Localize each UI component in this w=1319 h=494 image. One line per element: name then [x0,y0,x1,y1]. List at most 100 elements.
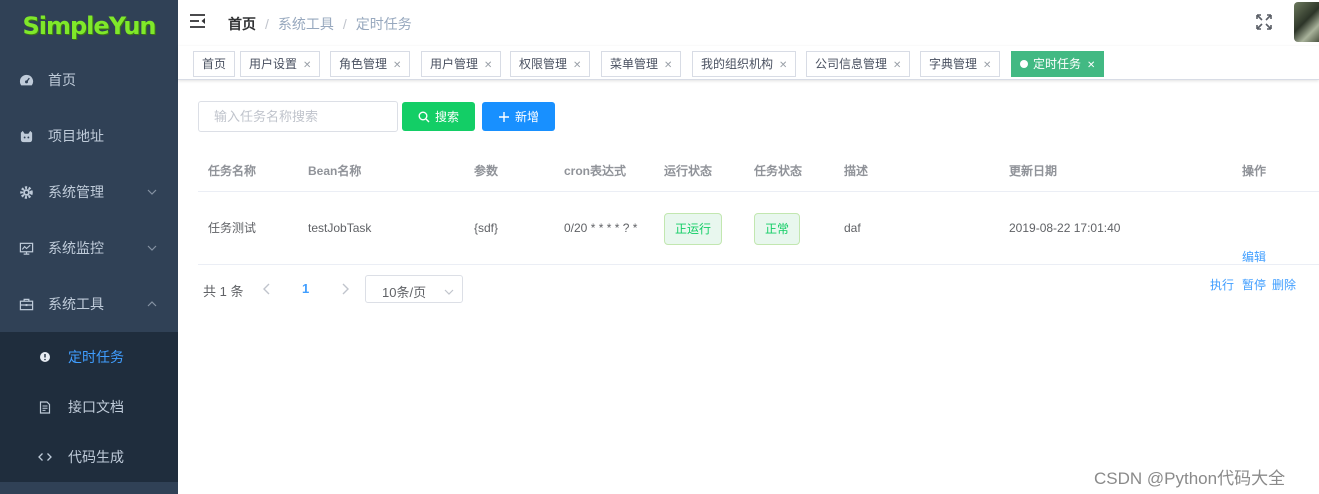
breadcrumb: 首页 / 系统工具 / 定时任务 [228,14,412,34]
tags-view: 首页 用户设置 ✕ 角色管理 ✕ 用户管理 ✕ 权限管理 ✕ 菜单管理 ✕ 我的组织机构 ✕… [178,46,1319,80]
column-header: 操作 [1242,164,1267,178]
tag-label: 字典管理 [929,57,978,71]
avatar[interactable] [1294,2,1319,42]
tag-label: 权限管理 [519,57,568,71]
sidebar-item-system-monitor[interactable]: 系统监控 [0,220,178,276]
column-header: cron表达式 [564,164,627,178]
close-icon[interactable]: ✕ [573,54,581,78]
sidebar-subitem-scheduled-task[interactable]: 定时任务 [0,332,178,382]
tag-role-manage[interactable]: 角色管理 ✕ [330,51,411,78]
tag-label: 用户管理 [430,57,479,71]
column-header: 参数 [474,164,499,178]
hamburger-menu-icon[interactable] [189,12,207,30]
breadcrumb-item-home[interactable]: 首页 [228,14,256,34]
table-row: 任务测试 testJobTask {sdf} 0/20 * * * * ? * … [198,192,1319,292]
tag-menu-manage[interactable]: 菜单管理 ✕ [601,51,682,78]
chevron-up-icon [146,298,158,310]
edit-link[interactable]: 编辑 [1242,248,1266,265]
plus-icon [498,111,510,123]
column-header: 任务名称 [208,164,257,178]
sidebar-item-label: 系统管理 [48,184,104,200]
cell-params: {sdf} [474,221,499,235]
column-header: 更新日期 [1009,164,1058,178]
sidebar-item-label: 项目地址 [48,128,104,144]
sidebar-item-label: 系统监控 [48,240,104,256]
pagination-current-page[interactable]: 1 [302,281,309,296]
breadcrumb-item-system-tools: 系统工具 [277,16,334,32]
tag-label: 菜单管理 [610,57,659,71]
chevron-down-icon [146,186,158,198]
github-icon [18,128,34,144]
code-icon [38,450,52,464]
tag-label: 首页 [202,57,227,71]
job-table: 任务名称 Bean名称 参数 cron表达式 运行状态 任务状态 描述 更新日期… [198,151,1319,292]
breadcrumb-separator: / [342,16,347,32]
cell-cron: 0/20 * * * * ? * [564,221,638,235]
tag-dict-manage[interactable]: 字典管理 ✕ [920,51,1001,78]
active-dot-icon [1020,60,1028,68]
navbar: 首页 / 系统工具 / 定时任务 [178,0,1319,46]
cell-job-name: 任务测试 [208,221,257,235]
delete-link[interactable]: 删除 [1272,276,1296,293]
monitor-icon [18,240,34,256]
run-status-badge: 正运行 [664,213,723,245]
document-icon [38,400,52,414]
table-header-row: 任务名称 Bean名称 参数 cron表达式 运行状态 任务状态 描述 更新日期… [198,151,1319,192]
close-icon[interactable]: ✕ [1087,54,1095,78]
tag-my-org[interactable]: 我的组织机构 ✕ [692,51,797,78]
tag-label: 我的组织机构 [701,57,774,71]
close-icon[interactable]: ✕ [484,54,492,78]
chevron-right-icon[interactable] [338,282,352,296]
submenu-system-tools: 定时任务 接口文档 代码生成 [0,332,178,482]
tag-label: 公司信息管理 [815,57,888,71]
sidebar-item-label: 系统工具 [48,296,104,312]
sidebar-subitem-label: 定时任务 [68,349,124,365]
tag-user-manage[interactable]: 用户管理 ✕ [421,51,502,78]
chevron-left-icon[interactable] [260,282,274,296]
sidebar-item-system-tools[interactable]: 系统工具 [0,276,178,332]
close-icon[interactable]: ✕ [393,54,401,78]
page-size-select[interactable]: 10条/页 [365,275,463,303]
dashboard-icon [18,72,34,88]
page-size-value: 10条/页 [382,285,427,300]
watermark: CSDN @Python代码大全 [1094,469,1286,488]
tag-company-info[interactable]: 公司信息管理 ✕ [806,51,911,78]
tag-scheduled-task[interactable]: 定时任务 ✕ [1011,51,1105,78]
add-button[interactable]: 新增 [482,102,555,131]
breadcrumb-item-current: 定时任务 [355,16,412,32]
toolbox-icon [18,296,34,312]
tag-user-settings[interactable]: 用户设置 ✕ [240,51,321,78]
sidebar-item-home[interactable]: 首页 [0,52,178,108]
search-button-label: 搜索 [434,110,459,124]
column-header: Bean名称 [308,164,362,178]
close-icon[interactable]: ✕ [303,54,311,78]
sidebar-subitem-code-gen[interactable]: 代码生成 [0,432,178,482]
sidebar-item-system-manage[interactable]: 系统管理 [0,164,178,220]
tag-label: 角色管理 [339,57,388,71]
sidebar-subitem-api-docs[interactable]: 接口文档 [0,382,178,432]
tag-label: 定时任务 [1033,57,1082,71]
tag-label: 用户设置 [249,57,298,71]
gear-icon [18,184,34,200]
sidebar-item-project[interactable]: 项目地址 [0,108,178,164]
search-input[interactable] [198,101,398,132]
tag-permission-manage[interactable]: 权限管理 ✕ [510,51,591,78]
column-header: 任务状态 [754,164,803,178]
chevron-down-icon [146,242,158,254]
close-icon[interactable]: ✕ [779,54,787,78]
close-icon[interactable]: ✕ [664,54,672,78]
pause-link[interactable]: 暂停 [1242,276,1266,293]
close-icon[interactable]: ✕ [983,54,991,78]
logo[interactable]: SimpleYun [0,0,178,52]
close-icon[interactable]: ✕ [893,54,901,78]
fullscreen-icon[interactable] [1255,13,1273,31]
logo-text: SimpleYun [22,12,156,40]
cell-bean-name: testJobTask [308,221,372,235]
breadcrumb-separator: / [265,16,269,32]
search-button[interactable]: 搜索 [402,102,475,131]
task-status-badge: 正常 [754,213,801,245]
tag-home[interactable]: 首页 [193,51,236,77]
execute-link[interactable]: 执行 [1210,276,1234,293]
timer-icon [38,350,52,364]
sidebar: SimpleYun 首页 项目地址 系统管理 系统监控 系统工具 定时任务 接口… [0,0,178,494]
